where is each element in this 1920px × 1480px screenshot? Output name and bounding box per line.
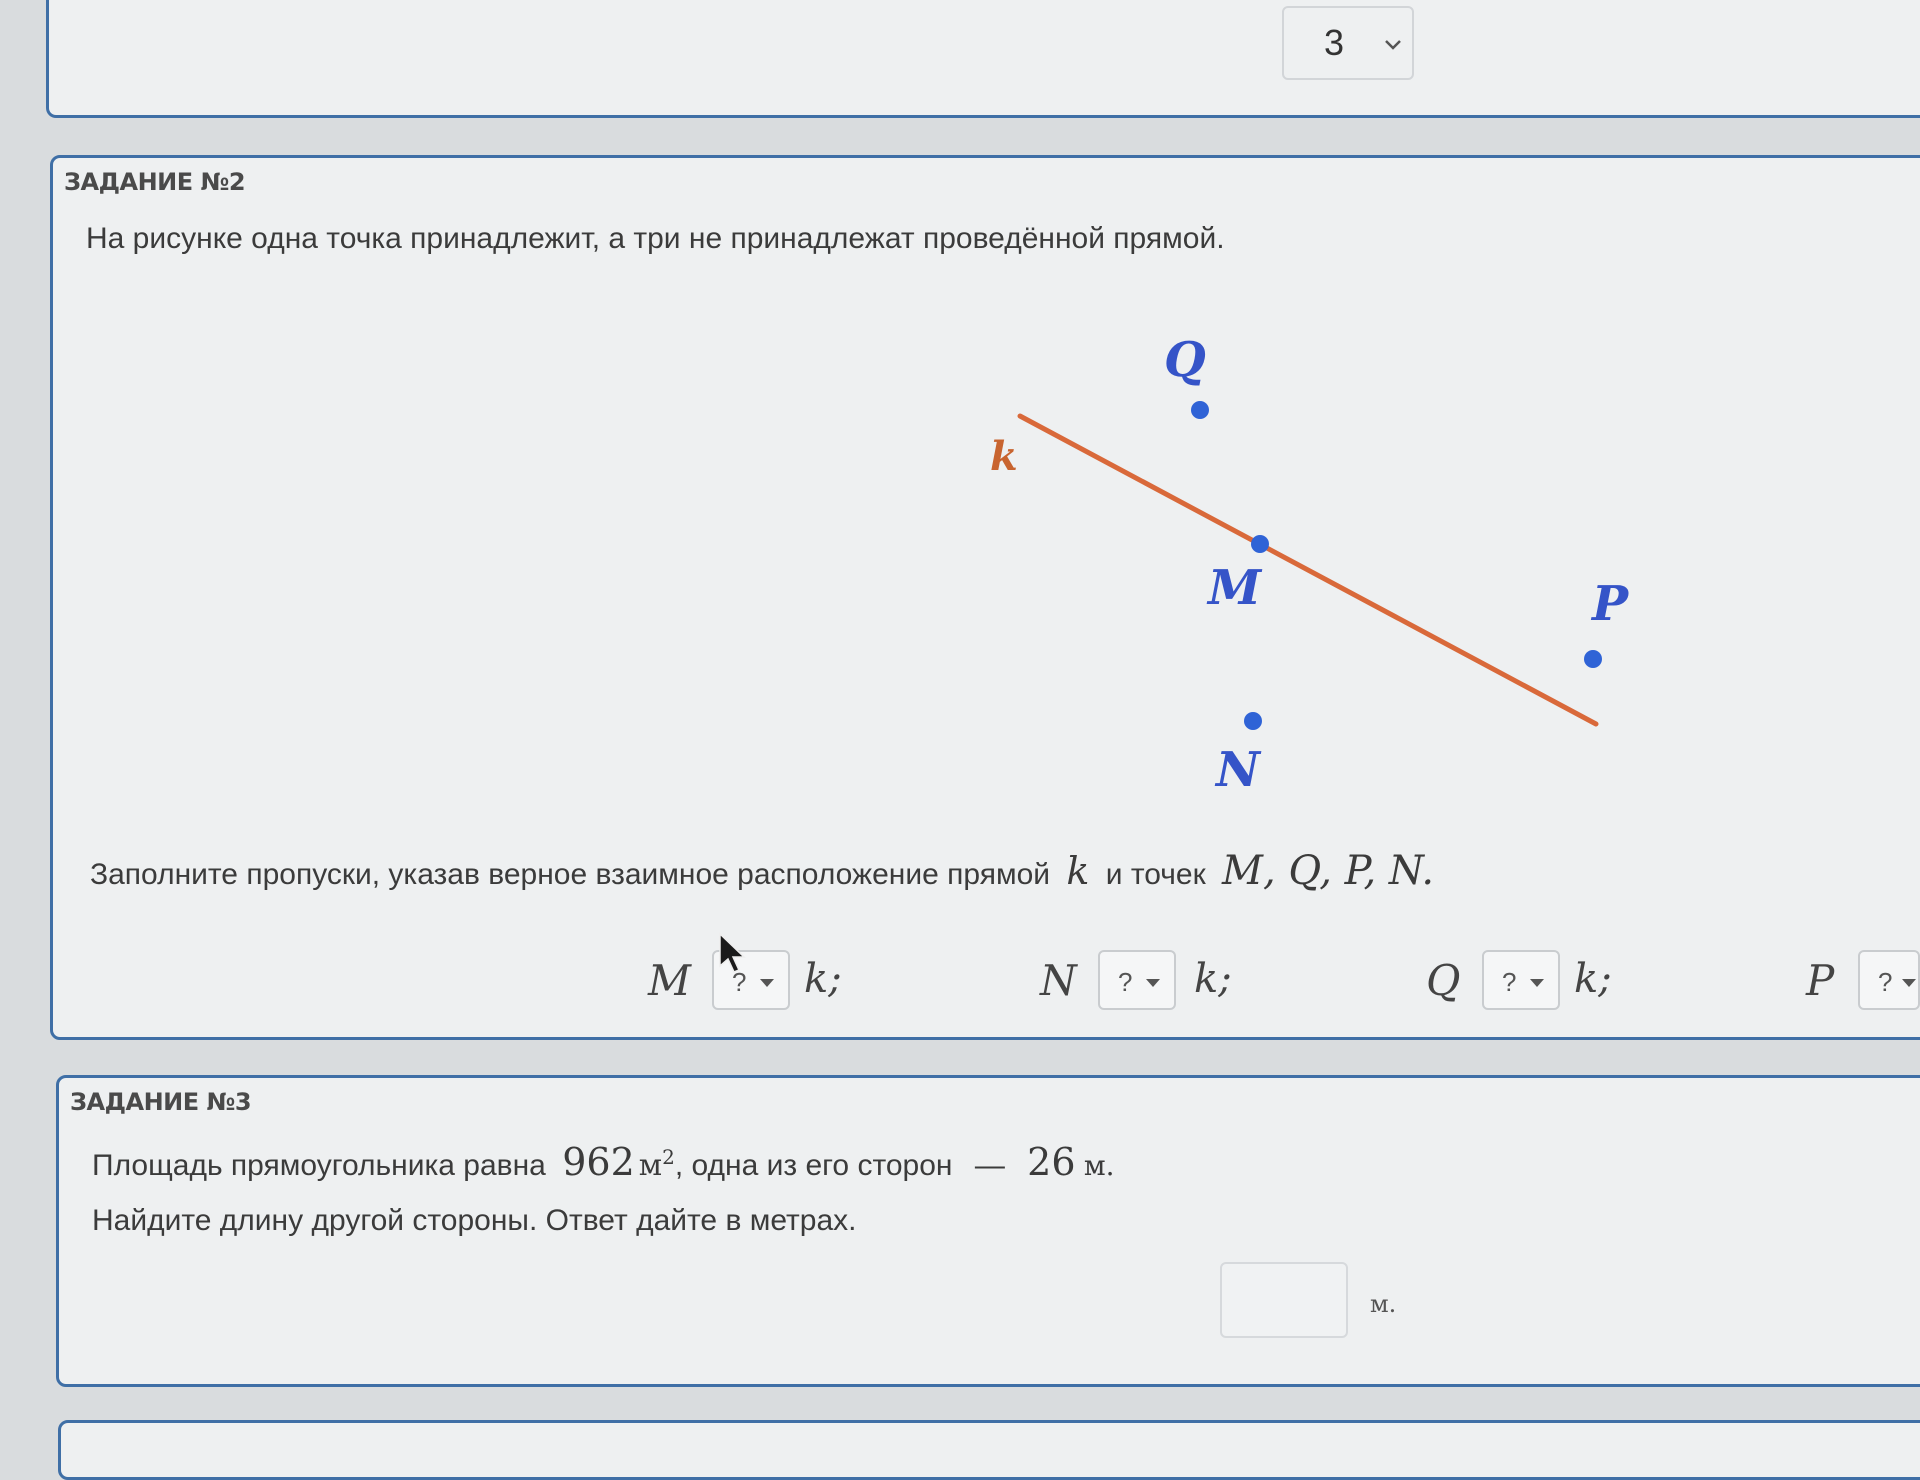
dropdown-value: ? — [1502, 967, 1517, 997]
point-q-label: Q — [1164, 332, 1206, 388]
blank-point-label: Q — [1426, 956, 1461, 1005]
caret-down-icon — [760, 979, 774, 987]
previous-task-card — [46, 0, 1920, 118]
point-n — [1244, 712, 1262, 730]
task-3-text-a: Площадь прямоугольника равна — [92, 1149, 546, 1182]
line-k-label: k — [990, 433, 1018, 480]
geometry-figure: k Q M P N — [990, 332, 1630, 798]
task-3-line-1: Площадь прямоугольника равна 962 м2, одна… — [92, 1140, 1115, 1184]
area-exponent: 2 — [662, 1145, 675, 1169]
dash: — — [974, 1149, 1005, 1182]
point-q — [1191, 401, 1209, 419]
answer-select-value: 3 — [1324, 22, 1345, 63]
task-3-header: ЗАДАНИЕ №3 — [70, 1088, 252, 1116]
line-k — [1017, 413, 1599, 727]
blank-line-label: k; — [1574, 956, 1612, 1002]
blank-point-label: P — [1806, 956, 1835, 1005]
blank-line-label: k; — [1194, 956, 1232, 1002]
relation-dropdown-n[interactable]: ? — [1098, 950, 1176, 1010]
answer-unit: м. — [1370, 1290, 1397, 1318]
dropdown-value: ? — [1878, 967, 1893, 997]
prompt-text: Заполните пропуски, указав верное взаимн… — [90, 858, 1051, 891]
mouse-cursor-icon — [719, 932, 746, 973]
area-value: 962 — [562, 1140, 635, 1184]
task-3-text-b: , одна из его сторон — [674, 1149, 953, 1182]
task-2-header: ЗАДАНИЕ №2 — [64, 168, 246, 196]
answer-input[interactable] — [1220, 1262, 1348, 1338]
point-n-label: N — [1214, 742, 1262, 798]
caret-down-icon — [1530, 979, 1544, 987]
prompt-line-var: k — [1066, 849, 1090, 893]
side-unit: м. — [1083, 1149, 1115, 1182]
area-unit: м — [638, 1148, 663, 1183]
point-m — [1251, 535, 1269, 553]
side-value: 26 — [1027, 1140, 1076, 1184]
blank-point-label: M — [648, 956, 692, 1005]
task-2-intro: На рисунке одна точка принадлежит, а три… — [86, 222, 1225, 255]
relation-dropdown-q[interactable]: ? — [1482, 950, 1560, 1010]
blank-line-label: k; — [804, 956, 842, 1002]
prompt-points: M, Q, P, N. — [1222, 848, 1435, 894]
answer-select[interactable]: 3 — [1282, 6, 1414, 80]
blank-point-label: N — [1040, 956, 1077, 1005]
task-4-card — [58, 1420, 1920, 1480]
answer-blanks: M ? k; N ? k; Q ? k; P ? — [0, 950, 1920, 1014]
chevron-down-icon — [1385, 40, 1401, 50]
task-2-prompt: Заполните пропуски, указав верное взаимн… — [90, 848, 1434, 894]
point-p — [1584, 650, 1602, 668]
relation-dropdown-p[interactable]: ? — [1858, 950, 1920, 1010]
prompt-text-2: и точек — [1105, 858, 1206, 891]
point-m-label: M — [1206, 560, 1263, 616]
dropdown-value: ? — [1118, 967, 1133, 997]
point-p-label: P — [1590, 576, 1630, 632]
caret-down-icon — [1146, 979, 1160, 987]
task-3-line-2: Найдите длину другой стороны. Ответ дайт… — [92, 1204, 857, 1237]
caret-down-icon — [1902, 979, 1916, 987]
